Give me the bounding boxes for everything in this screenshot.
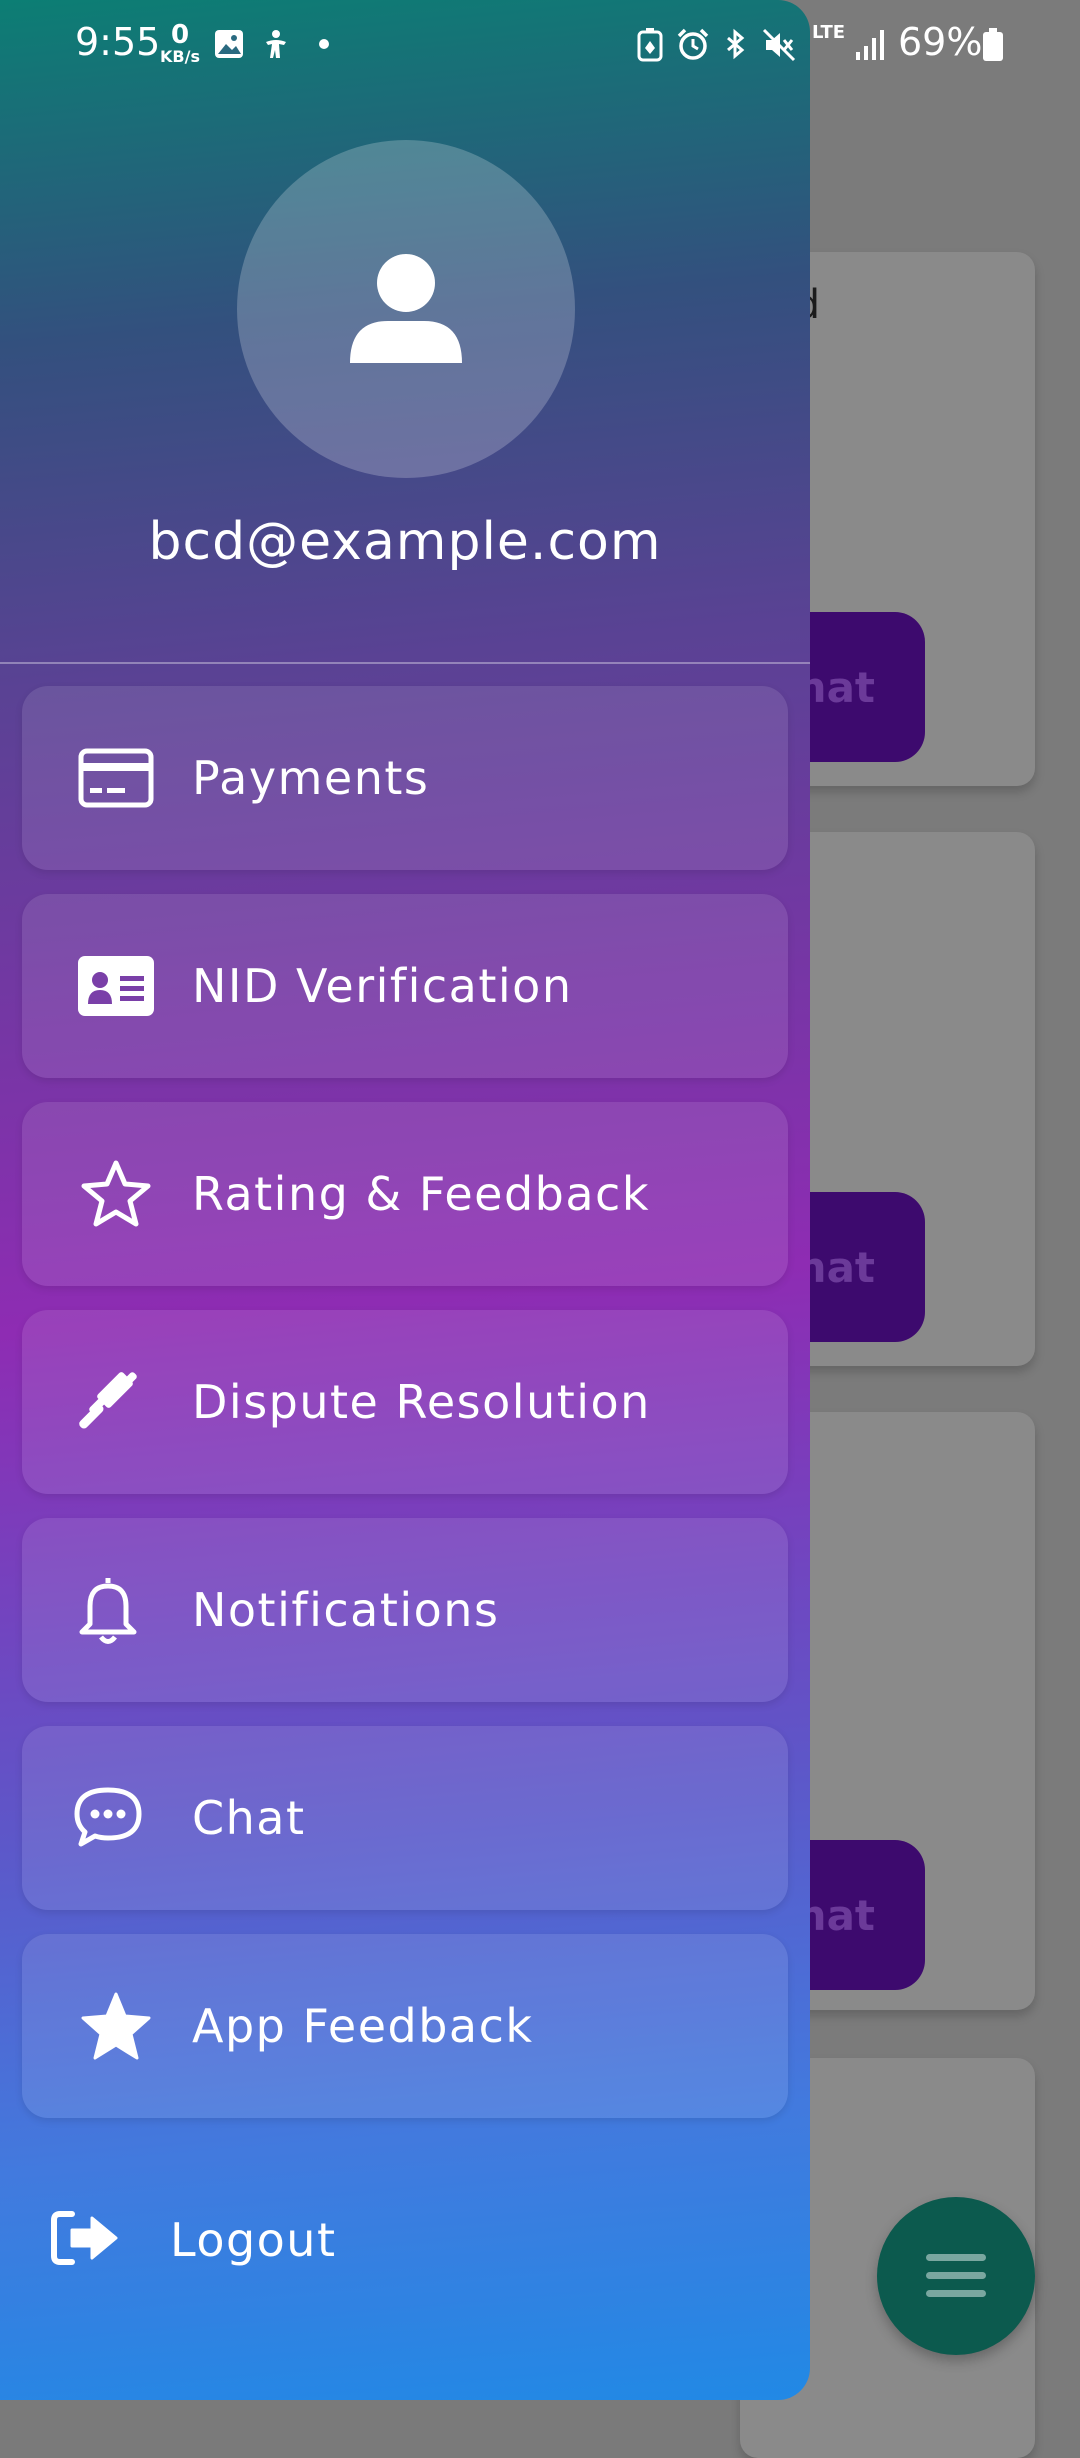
menu-item-label: Rating & Feedback — [192, 1167, 650, 1221]
credit-card-icon — [76, 738, 156, 818]
logout-button[interactable]: Logout — [50, 2200, 450, 2280]
avatar[interactable] — [237, 140, 575, 478]
alarm-icon — [677, 28, 709, 60]
menu-item-dispute-resolution[interactable]: Dispute Resolution — [22, 1310, 788, 1494]
hamburger-icon — [926, 2254, 986, 2297]
gallery-icon — [215, 30, 243, 58]
id-card-icon — [76, 946, 156, 1026]
mute-icon — [762, 28, 796, 62]
menu-item-label: Payments — [192, 751, 430, 805]
net-speed-unit: KB/s — [160, 47, 200, 66]
menu-item-label: App Feedback — [192, 1999, 534, 2053]
star-outline-icon — [76, 1154, 156, 1234]
signal-icon — [856, 30, 884, 60]
net-speed: 0 KB/s — [160, 22, 200, 66]
menu-item-rating-feedback[interactable]: Rating & Feedback — [22, 1102, 788, 1286]
menu-item-nid-verification[interactable]: NID Verification — [22, 894, 788, 1078]
logout-label: Logout — [170, 2213, 337, 2267]
user-email: bcd@example.com — [148, 512, 662, 572]
menu-item-app-feedback[interactable]: App Feedback — [22, 1934, 788, 2118]
user-icon — [350, 254, 462, 363]
menu-item-label: Notifications — [192, 1583, 500, 1637]
bell-icon — [68, 1570, 148, 1650]
status-time: 9:55 — [75, 20, 161, 64]
accessibility-icon — [266, 30, 286, 58]
menu-fab[interactable] — [877, 2197, 1035, 2355]
bluetooth-icon — [727, 28, 745, 60]
net-speed-value: 0 — [170, 20, 190, 50]
battery-saver-icon — [637, 28, 663, 62]
dot-icon — [319, 39, 329, 49]
menu-item-label: Dispute Resolution — [192, 1375, 651, 1429]
network-type: LTE — [812, 22, 846, 43]
menu-item-notifications[interactable]: Notifications — [22, 1518, 788, 1702]
status-bar: 9:55 0 KB/s LTE 69% — [0, 0, 1080, 90]
navigation-drawer: bcd@example.com Payments NID Verificatio — [0, 0, 810, 2400]
menu-item-label: Chat — [192, 1791, 306, 1845]
menu-item-payments[interactable]: Payments — [22, 686, 788, 870]
battery-percentage: 69% — [898, 20, 983, 64]
chat-bubble-icon — [68, 1778, 148, 1858]
star-filled-icon — [76, 1986, 156, 2066]
gavel-icon — [68, 1362, 148, 1442]
divider — [0, 662, 810, 664]
menu-item-label: NID Verification — [192, 959, 573, 1013]
menu-item-chat[interactable]: Chat — [22, 1726, 788, 1910]
logout-icon — [50, 2208, 122, 2272]
battery-icon — [983, 28, 1003, 61]
